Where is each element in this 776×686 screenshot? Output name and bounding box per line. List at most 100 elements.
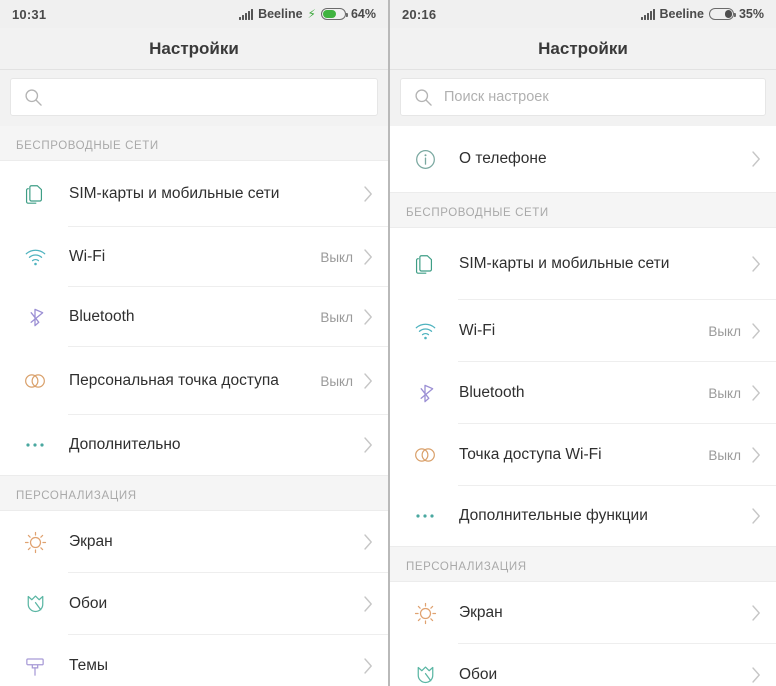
list-item[interactable]: Дополнительно (0, 415, 388, 475)
chevron-right-icon (751, 150, 762, 168)
row-value: Выкл (708, 385, 741, 401)
bluetooth-icon (18, 287, 52, 347)
chevron-right-icon (751, 507, 762, 525)
chevron-right-icon (751, 666, 762, 684)
battery-percent: 35% (738, 7, 764, 21)
signal-bars-icon (239, 8, 254, 20)
more-dots-icon (408, 486, 442, 546)
hotspot-icon (18, 347, 52, 415)
chevron-right-icon (363, 308, 374, 326)
list-item[interactable]: Дополнительные функции (390, 486, 776, 546)
wifi-icon (408, 300, 442, 362)
search-container-left (0, 70, 388, 126)
status-bar-left: 10:31 Beeline ⚡ 64% (0, 0, 388, 28)
battery-percent: 64% (350, 7, 376, 21)
page-title: Настройки (149, 38, 239, 58)
list-item[interactable]: Экран (0, 511, 388, 573)
charging-bolt-icon: ⚡ (307, 7, 316, 21)
list-item[interactable]: Темы (0, 635, 388, 686)
list-item[interactable]: Wi-Fi Выкл (0, 227, 388, 287)
chevron-right-icon (363, 595, 374, 613)
chevron-right-icon (363, 372, 374, 390)
search-input[interactable] (10, 78, 378, 116)
settings-list-right: О телефоне БЕСПРОВОДНЫЕ СЕТИ SIM-карты и… (390, 126, 776, 686)
row-label: Персональная точка доступа (69, 372, 279, 390)
row-label: SIM-карты и мобильные сети (69, 185, 280, 203)
row-value: Выкл (708, 323, 741, 339)
themes-brush-icon (18, 635, 52, 686)
row-label: Wi-Fi (69, 248, 106, 266)
settings-list-left: БЕСПРОВОДНЫЕ СЕТИ SIM-карты и мобильные … (0, 126, 388, 686)
list-item[interactable]: Bluetooth Выкл (390, 362, 776, 424)
row-label: Точка доступа Wi-Fi (459, 446, 602, 464)
carrier-name: Beeline (258, 7, 303, 21)
section-header: БЕСПРОВОДНЫЕ СЕТИ (0, 126, 388, 161)
list-item[interactable]: О телефоне (390, 126, 776, 192)
list-item[interactable]: Обои (0, 573, 388, 635)
status-time: 10:31 (12, 6, 47, 22)
chevron-right-icon (751, 384, 762, 402)
more-dots-icon (18, 415, 52, 475)
row-label: Обои (459, 666, 498, 684)
list-item[interactable]: Точка доступа Wi-Fi Выкл (390, 424, 776, 486)
display-sun-icon (408, 582, 442, 644)
title-bar-left: Настройки (0, 28, 388, 70)
row-label: Экран (459, 604, 503, 622)
row-label: О телефоне (459, 150, 547, 168)
row-value: Выкл (708, 447, 741, 463)
chevron-right-icon (751, 604, 762, 622)
wifi-icon (18, 227, 52, 287)
chevron-right-icon (751, 446, 762, 464)
chevron-right-icon (751, 255, 762, 273)
list-item[interactable]: Персональная точка доступа Выкл (0, 347, 388, 415)
search-input[interactable]: Поиск настроек (400, 78, 766, 116)
title-bar-right: Настройки (390, 28, 776, 70)
list-item[interactable]: SIM-карты и мобильные сети (0, 161, 388, 227)
list-item[interactable]: Экран (390, 582, 776, 644)
row-label: Дополнительно (69, 436, 181, 454)
search-icon (414, 88, 433, 107)
chevron-right-icon (751, 322, 762, 340)
phone-screen-right: 20:16 Beeline 35% Настройки Поиск настро… (388, 0, 776, 686)
search-placeholder: Поиск настроек (444, 89, 549, 105)
row-value: Выкл (320, 249, 353, 265)
list-item[interactable]: SIM-карты и мобильные сети (390, 228, 776, 300)
section-header: ПЕРСОНАЛИЗАЦИЯ (0, 475, 388, 511)
chevron-right-icon (363, 185, 374, 203)
dual-screenshot-comparison: 10:31 Beeline ⚡ 64% Настройки БЕСПРОВОДН… (0, 0, 776, 686)
list-item[interactable]: Wi-Fi Выкл (390, 300, 776, 362)
page-title: Настройки (538, 38, 628, 58)
display-sun-icon (18, 511, 52, 573)
status-bar-right: 20:16 Beeline 35% (390, 0, 776, 28)
status-indicators: Beeline ⚡ 64% (239, 7, 376, 21)
row-value: Выкл (320, 309, 353, 325)
hotspot-icon (408, 424, 442, 486)
row-label: Bluetooth (459, 384, 525, 402)
chevron-right-icon (363, 533, 374, 551)
chevron-right-icon (363, 436, 374, 454)
list-item[interactable]: Bluetooth Выкл (0, 287, 388, 347)
row-label: Bluetooth (69, 308, 135, 326)
phone-screen-left: 10:31 Beeline ⚡ 64% Настройки БЕСПРОВОДН… (0, 0, 388, 686)
about-phone-info-icon (408, 126, 442, 192)
row-label: Wi-Fi (459, 322, 496, 340)
search-container-right: Поиск настроек (390, 70, 776, 126)
battery-icon (708, 8, 736, 20)
chevron-right-icon (363, 248, 374, 266)
section-header: БЕСПРОВОДНЫЕ СЕТИ (390, 192, 776, 228)
sim-cards-icon (18, 161, 52, 227)
row-label: Обои (69, 595, 108, 613)
list-item[interactable]: Обои (390, 644, 776, 686)
wallpaper-tulip-icon (18, 573, 52, 635)
chevron-right-icon (363, 657, 374, 675)
signal-bars-icon (640, 8, 655, 20)
sim-cards-icon (408, 228, 442, 300)
row-label: Экран (69, 533, 113, 551)
row-label: Темы (69, 657, 109, 675)
row-label: Дополнительные функции (459, 507, 648, 525)
row-value: Выкл (320, 373, 353, 389)
status-indicators: Beeline 35% (640, 7, 764, 21)
wallpaper-tulip-icon (408, 644, 442, 686)
section-header: ПЕРСОНАЛИЗАЦИЯ (390, 546, 776, 582)
row-label: SIM-карты и мобильные сети (459, 255, 670, 273)
